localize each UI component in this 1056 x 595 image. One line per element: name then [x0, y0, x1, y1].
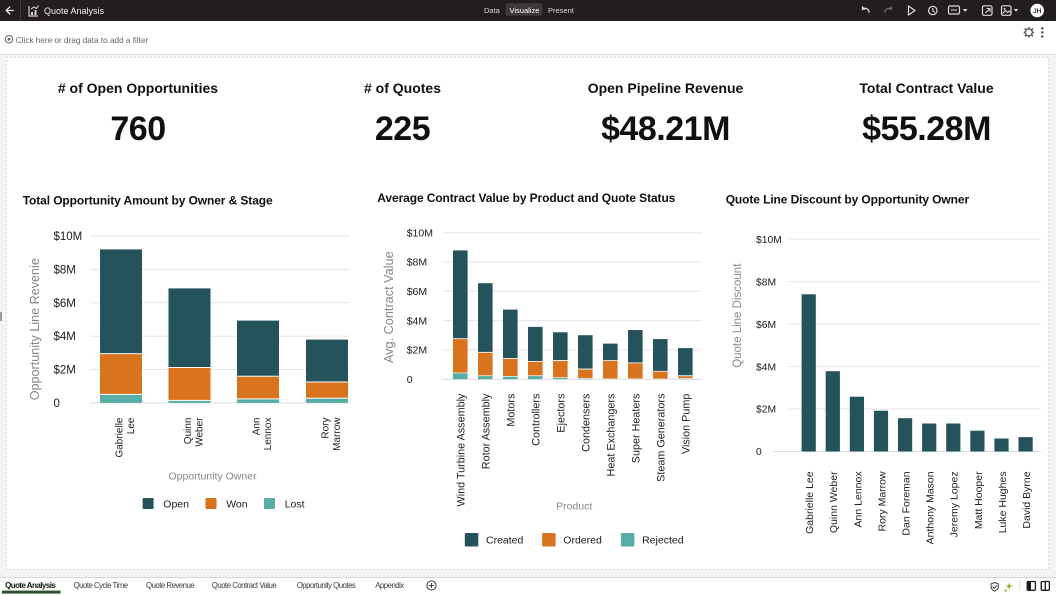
svg-text:$4M: $4M [54, 331, 76, 343]
svg-text:Ordered: Ordered [563, 535, 602, 547]
svg-text:Open: Open [163, 499, 189, 511]
svg-text:Ann Lennox: Ann Lennox [852, 471, 864, 528]
svg-text:Jeremy Lopez: Jeremy Lopez [949, 471, 961, 537]
svg-text:Heat Exchangers: Heat Exchangers [606, 393, 618, 476]
svg-text:$2M: $2M [54, 365, 76, 377]
svg-text:$10M: $10M [407, 227, 433, 239]
svg-text:Wind Turbine Assembly: Wind Turbine Assembly [456, 393, 468, 506]
svg-text:Appendix: Appendix [375, 581, 404, 590]
svg-text:Ejectors: Ejectors [556, 393, 568, 433]
svg-text:Weber: Weber [194, 417, 205, 447]
svg-text:$8M: $8M [54, 264, 76, 276]
svg-text:Rejected: Rejected [642, 535, 684, 547]
svg-text:Quote Revenue: Quote Revenue [146, 581, 194, 590]
svg-text:Lennox: Lennox [263, 418, 274, 451]
svg-text:$10M: $10M [756, 235, 782, 246]
svg-text:Opportunity Line Revenie: Opportunity Line Revenie [28, 258, 42, 400]
svg-text:Average Contract Value by Prod: Average Contract Value by Product and Qu… [377, 191, 675, 205]
svg-text:Created: Created [486, 535, 524, 547]
svg-text:$8M: $8M [756, 277, 776, 288]
svg-text:Condensers: Condensers [581, 393, 593, 452]
svg-text:Quote Line Discount by Opportu: Quote Line Discount by Opportunity Owner [726, 193, 970, 207]
svg-text:$2M: $2M [407, 345, 427, 357]
svg-text:Quinn Weber: Quinn Weber [828, 471, 840, 533]
svg-text:Lee: Lee [126, 417, 137, 434]
svg-text:Luke Hughes: Luke Hughes [997, 471, 1009, 533]
svg-text:$2M: $2M [756, 405, 776, 416]
svg-text:0: 0 [756, 447, 762, 458]
svg-text:Anthony Mason: Anthony Mason [925, 471, 937, 544]
svg-text:0: 0 [407, 374, 413, 386]
svg-text:$4M: $4M [756, 362, 776, 373]
svg-text:Opportunity Quotes: Opportunity Quotes [297, 581, 356, 590]
svg-text:Dan Foreman: Dan Foreman [901, 471, 913, 535]
svg-text:Motors: Motors [506, 393, 518, 427]
svg-text:Super Heaters: Super Heaters [631, 393, 643, 463]
svg-text:$6M: $6M [756, 320, 776, 331]
svg-text:0: 0 [54, 398, 60, 410]
svg-text:Quote Line Discount: Quote Line Discount [732, 263, 744, 368]
svg-text:Quinn: Quinn [183, 418, 194, 445]
svg-text:$4M: $4M [407, 315, 427, 327]
svg-text:Lost: Lost [285, 499, 305, 511]
svg-text:David Byrne: David Byrne [1021, 471, 1033, 528]
svg-text:Gabrielle: Gabrielle [114, 417, 125, 457]
svg-text:Total Opportunity Amount by Ow: Total Opportunity Amount by Owner & Stag… [23, 194, 273, 208]
svg-text:Product: Product [556, 500, 592, 512]
svg-text:Rory Marrow: Rory Marrow [876, 471, 888, 532]
svg-text:Quote Contract Value: Quote Contract Value [212, 581, 277, 590]
svg-text:Steam Generators: Steam Generators [656, 393, 668, 482]
svg-text:$6M: $6M [54, 298, 76, 310]
svg-text:Marrow: Marrow [332, 417, 343, 451]
svg-text:Controllers: Controllers [531, 393, 543, 446]
svg-text:Quote Analysis: Quote Analysis [5, 581, 56, 590]
svg-text:Gabrielle Lee: Gabrielle Lee [804, 471, 816, 534]
svg-text:$10M: $10M [54, 231, 83, 243]
svg-text:$6M: $6M [407, 286, 427, 298]
svg-text:Opportunity Owner: Opportunity Owner [168, 470, 257, 482]
svg-text:Ann: Ann [251, 418, 262, 436]
svg-text:Matt Hooper: Matt Hooper [973, 471, 985, 529]
svg-text:Rory: Rory [320, 418, 331, 439]
svg-text:Avg. Contract Value: Avg. Contract Value [382, 251, 396, 363]
svg-text:Rotor Assembly: Rotor Assembly [481, 393, 493, 469]
svg-text:Won: Won [226, 499, 248, 511]
svg-text:Quote Cycle Time: Quote Cycle Time [74, 581, 128, 590]
svg-text:Vision Pump: Vision Pump [681, 394, 693, 454]
svg-text:$8M: $8M [407, 257, 427, 269]
